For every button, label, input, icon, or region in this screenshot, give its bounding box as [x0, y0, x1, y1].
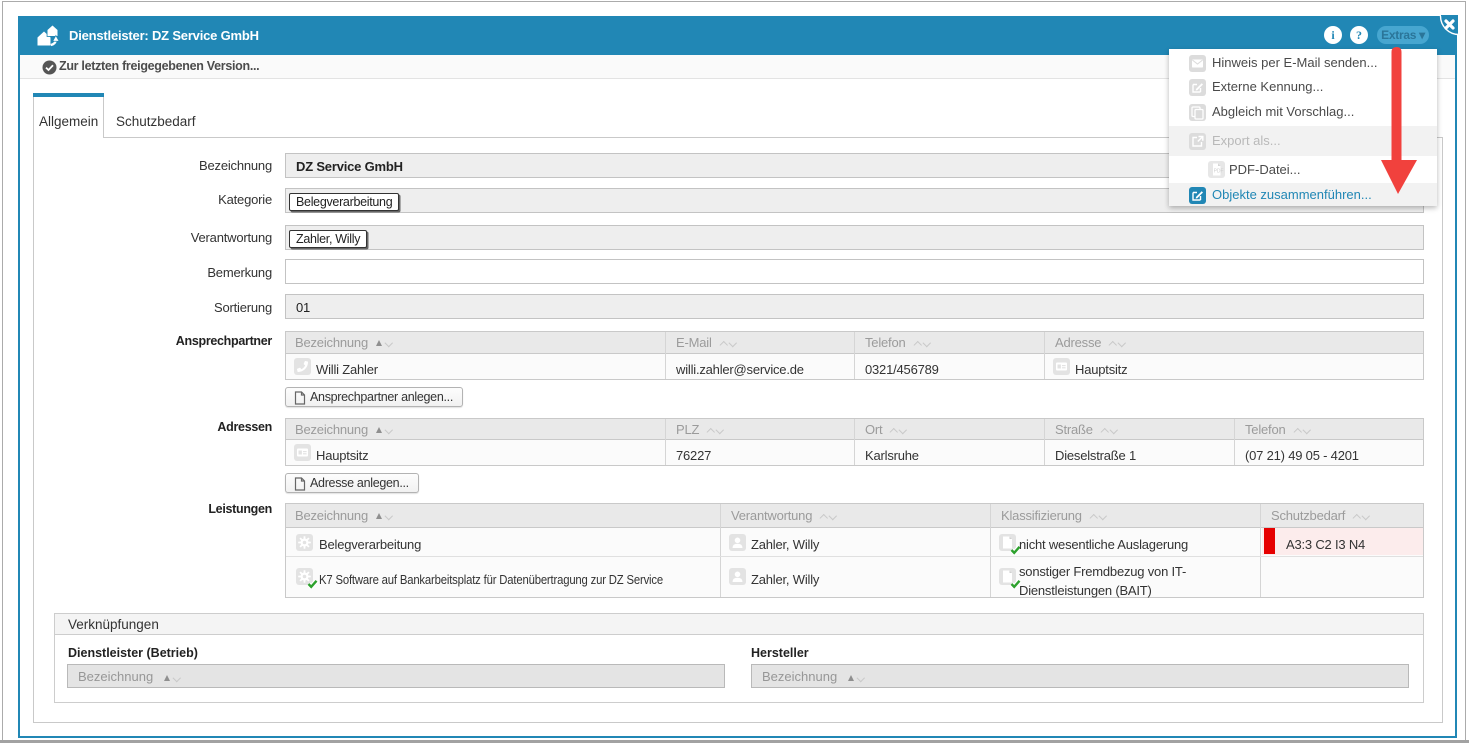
svg-text:PDF: PDF [1214, 169, 1224, 175]
